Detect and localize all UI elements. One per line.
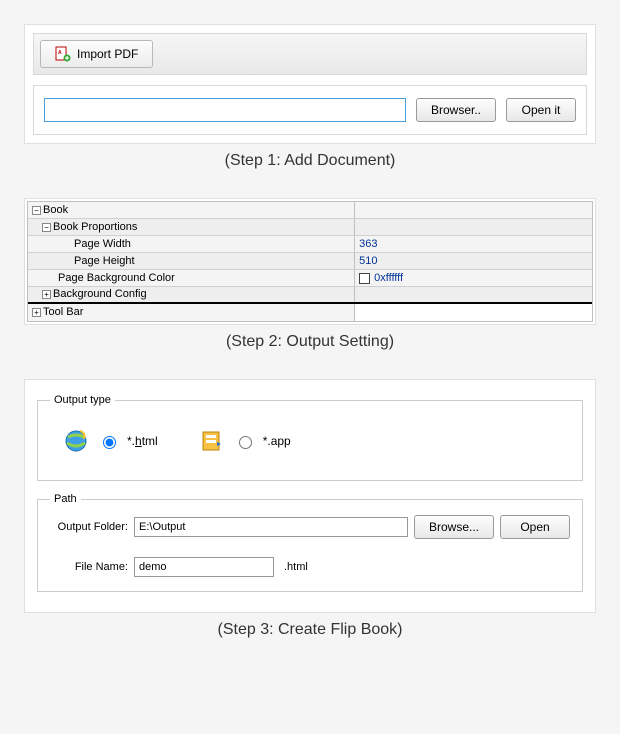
output-type-app-option[interactable]: *.app	[198, 427, 291, 455]
browser-button[interactable]: Browser..	[416, 98, 496, 122]
prop-row-book[interactable]: − Book	[28, 202, 592, 219]
step1-panel: A Import PDF Browser.. Open it	[24, 24, 596, 144]
prop-label: Tool Bar	[43, 304, 83, 321]
output-folder-label: Output Folder:	[50, 521, 128, 533]
document-path-input[interactable]	[44, 98, 406, 122]
html-radio[interactable]	[103, 436, 116, 449]
prop-row-background-config[interactable]: + Background Config	[28, 287, 592, 304]
path-legend: Path	[50, 493, 81, 505]
step2-caption: (Step 2: Output Setting)	[24, 333, 596, 351]
svg-text:A: A	[58, 50, 62, 56]
import-pdf-label: Import PDF	[77, 47, 138, 61]
file-name-label: File Name:	[50, 561, 128, 573]
prop-row-page-height[interactable]: Page Height 510	[28, 253, 592, 270]
preview-placeholder	[331, 420, 441, 462]
step1-toolbar: A Import PDF	[33, 33, 587, 75]
open-button[interactable]: Open	[500, 515, 570, 539]
expand-icon[interactable]: +	[42, 290, 51, 299]
step3-caption: (Step 3: Create Flip Book)	[24, 621, 596, 639]
collapse-icon[interactable]: −	[42, 223, 51, 232]
prop-value[interactable]: 510	[355, 253, 592, 269]
output-type-legend: Output type	[50, 394, 115, 406]
collapse-icon[interactable]: −	[32, 206, 41, 215]
app-package-icon	[198, 427, 226, 455]
prop-label: Book Proportions	[53, 219, 137, 236]
prop-value[interactable]: 0xffffff	[355, 270, 592, 286]
html-radio-label: *.html	[127, 434, 158, 448]
app-radio-label: *.app	[263, 434, 291, 448]
prop-label: Background Config	[53, 286, 147, 303]
prop-row-book-proportions[interactable]: − Book Proportions	[28, 219, 592, 236]
import-pdf-button[interactable]: A Import PDF	[40, 40, 153, 68]
step3-panel: Output type *.html	[24, 379, 596, 613]
step1-body: Browser.. Open it	[33, 85, 587, 135]
prop-value[interactable]: 363	[355, 236, 592, 252]
step1-caption: (Step 1: Add Document)	[24, 152, 596, 170]
property-grid: − Book − Book Proportions Page Width 363…	[27, 201, 593, 322]
expand-icon[interactable]: +	[32, 308, 41, 317]
prop-label: Page Background Color	[58, 270, 175, 287]
prop-label: Page Height	[74, 253, 135, 270]
output-type-fieldset: Output type *.html	[37, 394, 583, 481]
color-swatch-icon	[359, 273, 370, 284]
prop-row-page-bg-color[interactable]: Page Background Color 0xffffff	[28, 270, 592, 287]
browse-button[interactable]: Browse...	[414, 515, 494, 539]
pdf-add-icon: A	[55, 46, 71, 62]
prop-label: Book	[43, 202, 68, 219]
prop-row-tool-bar[interactable]: + Tool Bar	[28, 304, 592, 321]
file-ext-label: .html	[284, 561, 308, 573]
path-fieldset: Path Output Folder: Browse... Open File …	[37, 493, 583, 592]
step2-panel: − Book − Book Proportions Page Width 363…	[24, 198, 596, 325]
open-it-button[interactable]: Open it	[506, 98, 576, 122]
output-folder-input[interactable]	[134, 517, 408, 537]
file-name-input[interactable]	[134, 557, 274, 577]
app-radio[interactable]	[239, 436, 252, 449]
prop-label: Page Width	[74, 236, 131, 253]
globe-icon	[62, 427, 90, 455]
output-type-html-option[interactable]: *.html	[62, 427, 158, 455]
prop-row-page-width[interactable]: Page Width 363	[28, 236, 592, 253]
